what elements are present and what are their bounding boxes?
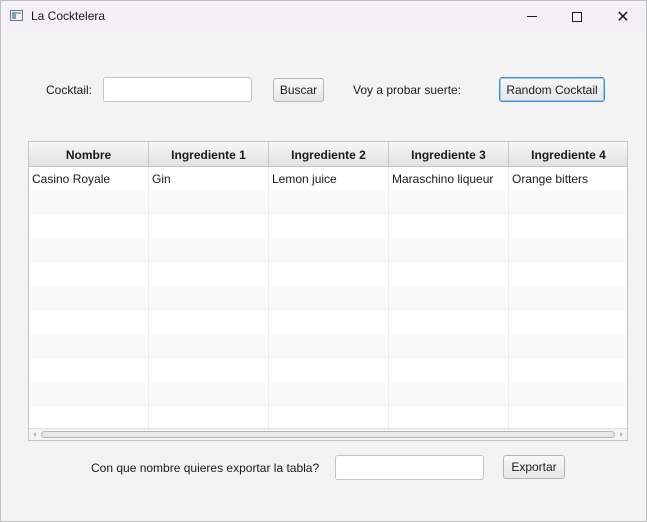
table-row-empty[interactable] (29, 191, 627, 215)
table-row-empty[interactable] (29, 215, 627, 239)
cocktail-label: Cocktail: (46, 83, 93, 97)
table-row-empty[interactable] (29, 335, 627, 359)
app-window-icon (10, 10, 23, 21)
table-row-empty[interactable] (29, 239, 627, 263)
table-row-empty[interactable] (29, 311, 627, 335)
close-button[interactable]: ✕ (600, 1, 646, 32)
table-cell[interactable]: Orange bitters (509, 167, 627, 191)
scroll-left-icon[interactable]: ‹ (29, 429, 41, 440)
window-title: La Cocktelera (31, 9, 106, 23)
table-row-empty[interactable] (29, 383, 627, 407)
column-header-ingrediente-2[interactable]: Ingrediente 2 (269, 142, 389, 167)
luck-label: Voy a probar suerte: (353, 83, 462, 97)
table-header: Nombre Ingrediente 1 Ingrediente 2 Ingre… (29, 142, 627, 167)
table-cell[interactable]: Maraschino liqueur (389, 167, 509, 191)
table-body: Casino Royale Gin Lemon juice Maraschino… (29, 167, 627, 431)
table-row-empty[interactable] (29, 359, 627, 383)
table-cell[interactable]: Gin (149, 167, 269, 191)
table-cell[interactable]: Casino Royale (29, 167, 149, 191)
minimize-button[interactable] (509, 1, 555, 32)
horizontal-scrollbar[interactable]: ‹ › (29, 428, 627, 440)
maximize-icon (572, 11, 582, 22)
table-row[interactable]: Casino Royale Gin Lemon juice Maraschino… (29, 167, 627, 191)
random-cocktail-button[interactable]: Random Cocktail (499, 77, 605, 102)
title-bar[interactable]: La Cocktelera ✕ (1, 1, 646, 32)
table-cell[interactable]: Lemon juice (269, 167, 389, 191)
table-row-empty[interactable] (29, 263, 627, 287)
column-header-ingrediente-4[interactable]: Ingrediente 4 (509, 142, 627, 167)
export-button[interactable]: Exportar (503, 455, 565, 479)
app-window: La Cocktelera ✕ Cocktail: Buscar Voy a p… (0, 0, 647, 522)
scrollbar-thumb[interactable] (41, 431, 615, 438)
table-row-empty[interactable] (29, 287, 627, 311)
search-button[interactable]: Buscar (273, 78, 324, 102)
cocktail-search-input[interactable] (103, 77, 252, 102)
close-icon: ✕ (616, 6, 630, 26)
export-label: Con que nombre quieres exportar la tabla… (91, 461, 320, 475)
minimize-icon (527, 16, 537, 17)
scroll-right-icon[interactable]: › (615, 429, 627, 440)
cocktail-table: Nombre Ingrediente 1 Ingrediente 2 Ingre… (28, 141, 628, 441)
maximize-button[interactable] (554, 1, 600, 32)
export-filename-input[interactable] (335, 455, 484, 480)
column-header-nombre[interactable]: Nombre (29, 142, 149, 167)
column-header-ingrediente-3[interactable]: Ingrediente 3 (389, 142, 509, 167)
column-header-ingrediente-1[interactable]: Ingrediente 1 (149, 142, 269, 167)
